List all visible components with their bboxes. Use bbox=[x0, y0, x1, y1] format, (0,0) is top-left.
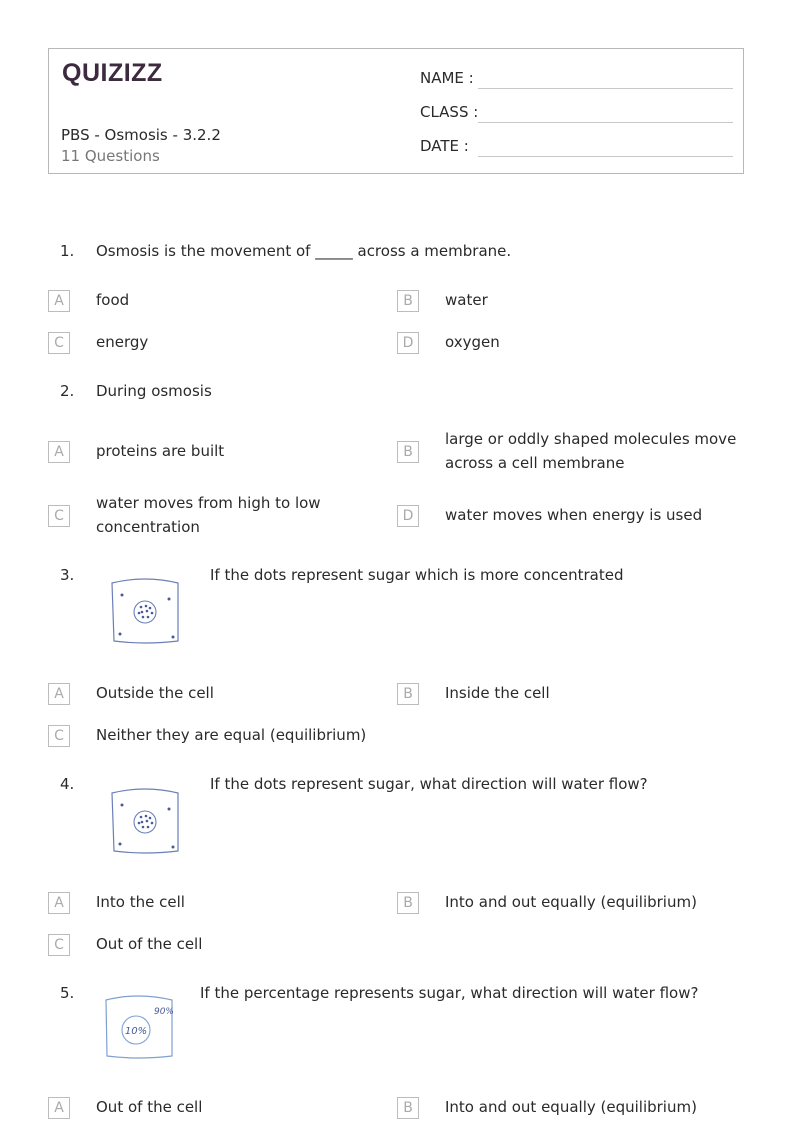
question-count: 11 Questions bbox=[61, 147, 160, 165]
name-label: NAME : bbox=[420, 69, 474, 87]
question-number: 2. bbox=[60, 382, 75, 400]
option-text: water moves when energy is used bbox=[445, 506, 703, 524]
option-letter: D bbox=[397, 505, 419, 527]
option-text: energy bbox=[96, 333, 149, 351]
quizizz-logo: QUIZIZZ bbox=[62, 59, 163, 87]
option-text: Into and out equally (equilibrium) bbox=[445, 893, 697, 911]
option-text: water bbox=[445, 291, 488, 309]
class-label: CLASS : bbox=[420, 103, 479, 121]
inside-percent-label: 10% bbox=[125, 1026, 147, 1037]
question-text: Osmosis is the movement of _____ across … bbox=[96, 242, 512, 260]
question-text: During osmosis bbox=[96, 382, 212, 400]
option-letter: C bbox=[48, 725, 70, 747]
question-number: 4. bbox=[60, 775, 75, 793]
option-letter: A bbox=[48, 290, 70, 312]
option-letter: C bbox=[48, 505, 70, 527]
option-letter: C bbox=[48, 934, 70, 956]
option-letter: B bbox=[397, 683, 419, 705]
option-text: large or oddly shaped molecules move acr… bbox=[445, 430, 737, 472]
option-text: food bbox=[96, 291, 130, 309]
option-letter: A bbox=[48, 892, 70, 914]
option-letter: B bbox=[397, 892, 419, 914]
question-number: 1. bbox=[60, 242, 75, 260]
question-text: If the dots represent sugar which is mor… bbox=[210, 566, 624, 584]
option-text: Out of the cell bbox=[96, 1098, 203, 1116]
option-letter: B bbox=[397, 1097, 419, 1119]
option-text: Neither they are equal (equilibrium) bbox=[96, 726, 367, 744]
question-number: 3. bbox=[60, 566, 75, 584]
option-letter: B bbox=[397, 290, 419, 312]
option-text: Inside the cell bbox=[445, 684, 550, 702]
option-text: Out of the cell bbox=[96, 935, 203, 953]
cell-diagram-percent-image: 10% 90% bbox=[105, 995, 174, 1059]
option-text: Outside the cell bbox=[96, 684, 214, 702]
cell-diagram-image bbox=[111, 788, 179, 854]
class-field[interactable]: CLASS : bbox=[420, 103, 733, 123]
option-letter: A bbox=[48, 441, 70, 463]
option-text: water moves from high to low concentrati… bbox=[96, 494, 321, 536]
name-field[interactable]: NAME : bbox=[420, 69, 733, 89]
date-field[interactable]: DATE : bbox=[420, 137, 733, 157]
option-text: Into the cell bbox=[96, 893, 185, 911]
worksheet-header: QUIZIZZ PBS - Osmosis - 3.2.2 11 Questio… bbox=[48, 48, 744, 174]
option-letter: A bbox=[48, 1097, 70, 1119]
option-text: Into and out equally (equilibrium) bbox=[445, 1098, 697, 1116]
option-letter: A bbox=[48, 683, 70, 705]
option-text: proteins are built bbox=[96, 442, 225, 460]
date-label: DATE : bbox=[420, 137, 469, 155]
cell-diagram-image bbox=[111, 578, 179, 644]
option-text: oxygen bbox=[445, 333, 500, 351]
question-text: If the dots represent sugar, what direct… bbox=[210, 775, 648, 793]
quiz-title: PBS - Osmosis - 3.2.2 bbox=[61, 126, 221, 144]
option-letter: D bbox=[397, 332, 419, 354]
outside-percent-label: 90% bbox=[154, 1007, 174, 1017]
question-text: If the percentage represents sugar, what… bbox=[200, 984, 699, 1002]
question-number: 5. bbox=[60, 984, 75, 1002]
option-letter: B bbox=[397, 441, 419, 463]
option-letter: C bbox=[48, 332, 70, 354]
